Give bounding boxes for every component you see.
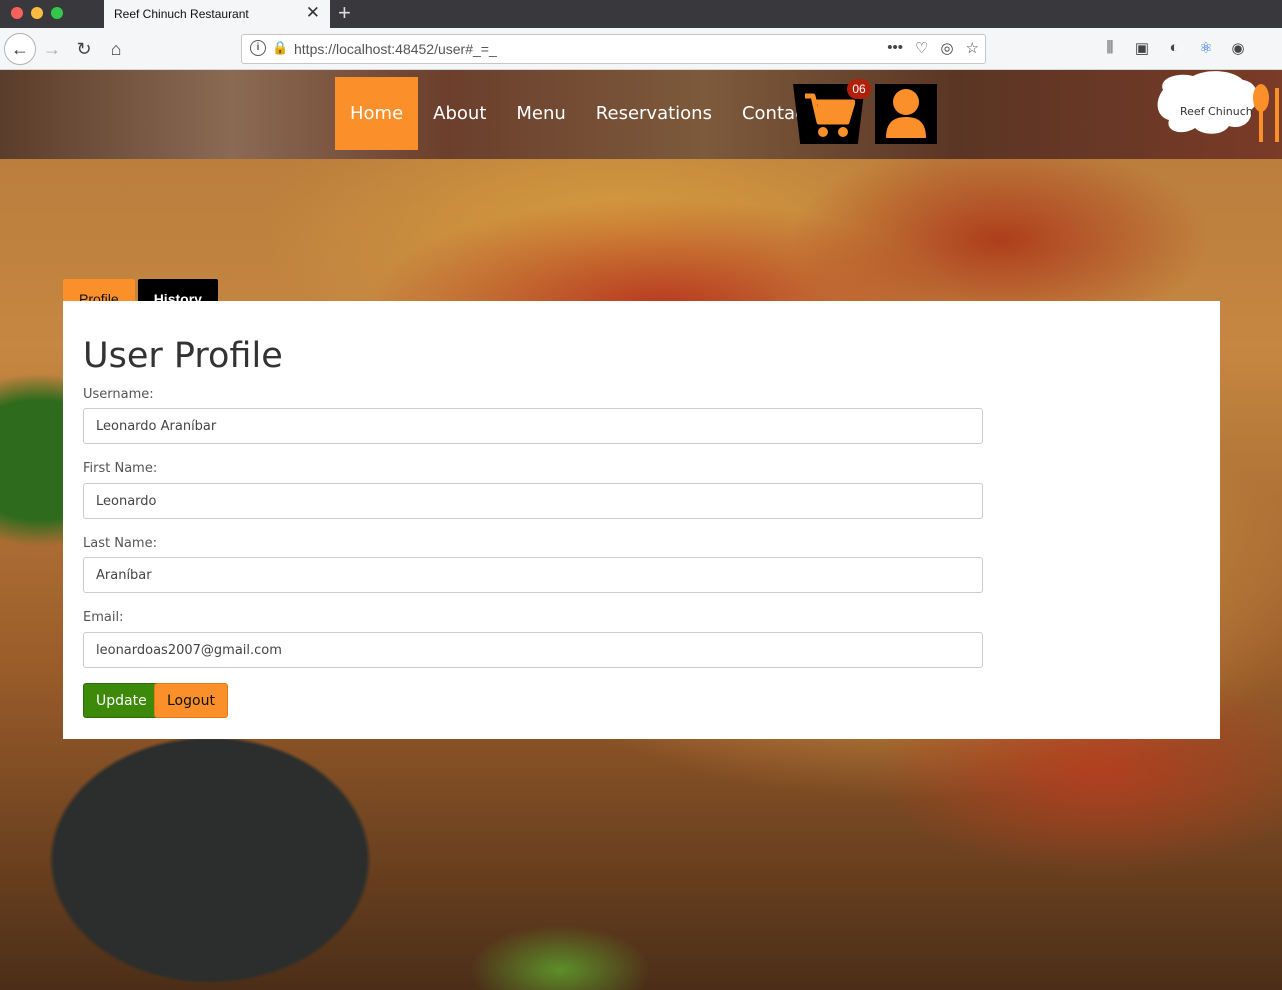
- last-name-label: Last Name:: [83, 536, 157, 551]
- user-account-button[interactable]: [875, 84, 937, 144]
- cart-icon: [805, 93, 855, 137]
- last-name-field[interactable]: [83, 557, 983, 593]
- forward-icon[interactable]: →: [40, 37, 64, 61]
- home-icon[interactable]: ⌂: [104, 37, 128, 61]
- more-icon[interactable]: •••: [887, 39, 903, 57]
- update-button[interactable]: Update: [83, 683, 160, 718]
- account-icon[interactable]: ◉: [1228, 39, 1248, 57]
- close-tab-icon[interactable]: ✕: [306, 4, 320, 22]
- logo-text: Reef Chinuch: [1180, 105, 1253, 118]
- browser-toolbar: ← → ↻ ⌂ i 🔒 https://localhost:48452/user…: [0, 28, 1282, 70]
- user-icon: [886, 89, 926, 138]
- page-title: User Profile: [83, 336, 283, 376]
- browser-tab[interactable]: Reef Chinuch Restaurant ✕: [104, 0, 330, 28]
- back-icon[interactable]: ←: [4, 33, 36, 65]
- page: Home About Menu Reservations Contact 06 …: [0, 70, 1282, 990]
- sidebar-icon[interactable]: ▣: [1132, 39, 1152, 57]
- browser-tab-title: Reef Chinuch Restaurant: [114, 7, 249, 21]
- browser-tab-bar: Reef Chinuch Restaurant ✕ +: [0, 0, 1282, 28]
- browser-tools: ⫼ ▣ ◐ ⚛ ◉: [1100, 39, 1248, 57]
- username-field[interactable]: [83, 408, 983, 444]
- url-text[interactable]: https://localhost:48452/user#_=_: [294, 41, 497, 57]
- nav-about[interactable]: About: [418, 77, 501, 150]
- first-name-field[interactable]: [83, 483, 983, 519]
- email-field[interactable]: [83, 632, 983, 668]
- url-bar[interactable]: i 🔒 https://localhost:48452/user#_=_ •••…: [241, 34, 986, 64]
- close-window-button[interactable]: [11, 7, 23, 19]
- first-name-label: First Name:: [83, 461, 158, 476]
- cart-count-badge: 06: [847, 79, 871, 99]
- moon-icon[interactable]: ◐: [1164, 39, 1184, 57]
- url-actions: ••• ♡ ◎ ☆: [887, 39, 979, 57]
- nav-menu[interactable]: Menu: [501, 77, 580, 150]
- library-icon[interactable]: ⫼: [1100, 39, 1120, 57]
- new-tab-icon[interactable]: +: [338, 1, 351, 25]
- profile-card: User Profile Username: First Name: Last …: [63, 301, 1220, 739]
- minimize-window-button[interactable]: [31, 7, 43, 19]
- info-icon[interactable]: i: [250, 40, 266, 56]
- pocket-icon[interactable]: ♡: [915, 39, 928, 57]
- email-label: Email:: [83, 610, 124, 625]
- lock-warning-icon[interactable]: 🔒: [272, 40, 288, 56]
- main-menu: Home About Menu Reservations Contact: [335, 77, 827, 150]
- react-icon[interactable]: ⚛: [1196, 39, 1216, 57]
- logout-button[interactable]: Logout: [154, 683, 228, 718]
- extension-icon[interactable]: ◎: [940, 39, 953, 57]
- username-label: Username:: [83, 387, 154, 402]
- maximize-window-button[interactable]: [51, 7, 63, 19]
- reload-icon[interactable]: ↻: [72, 37, 96, 61]
- nav-reservations[interactable]: Reservations: [581, 77, 727, 150]
- nav-home[interactable]: Home: [335, 77, 419, 150]
- star-icon[interactable]: ☆: [966, 39, 979, 57]
